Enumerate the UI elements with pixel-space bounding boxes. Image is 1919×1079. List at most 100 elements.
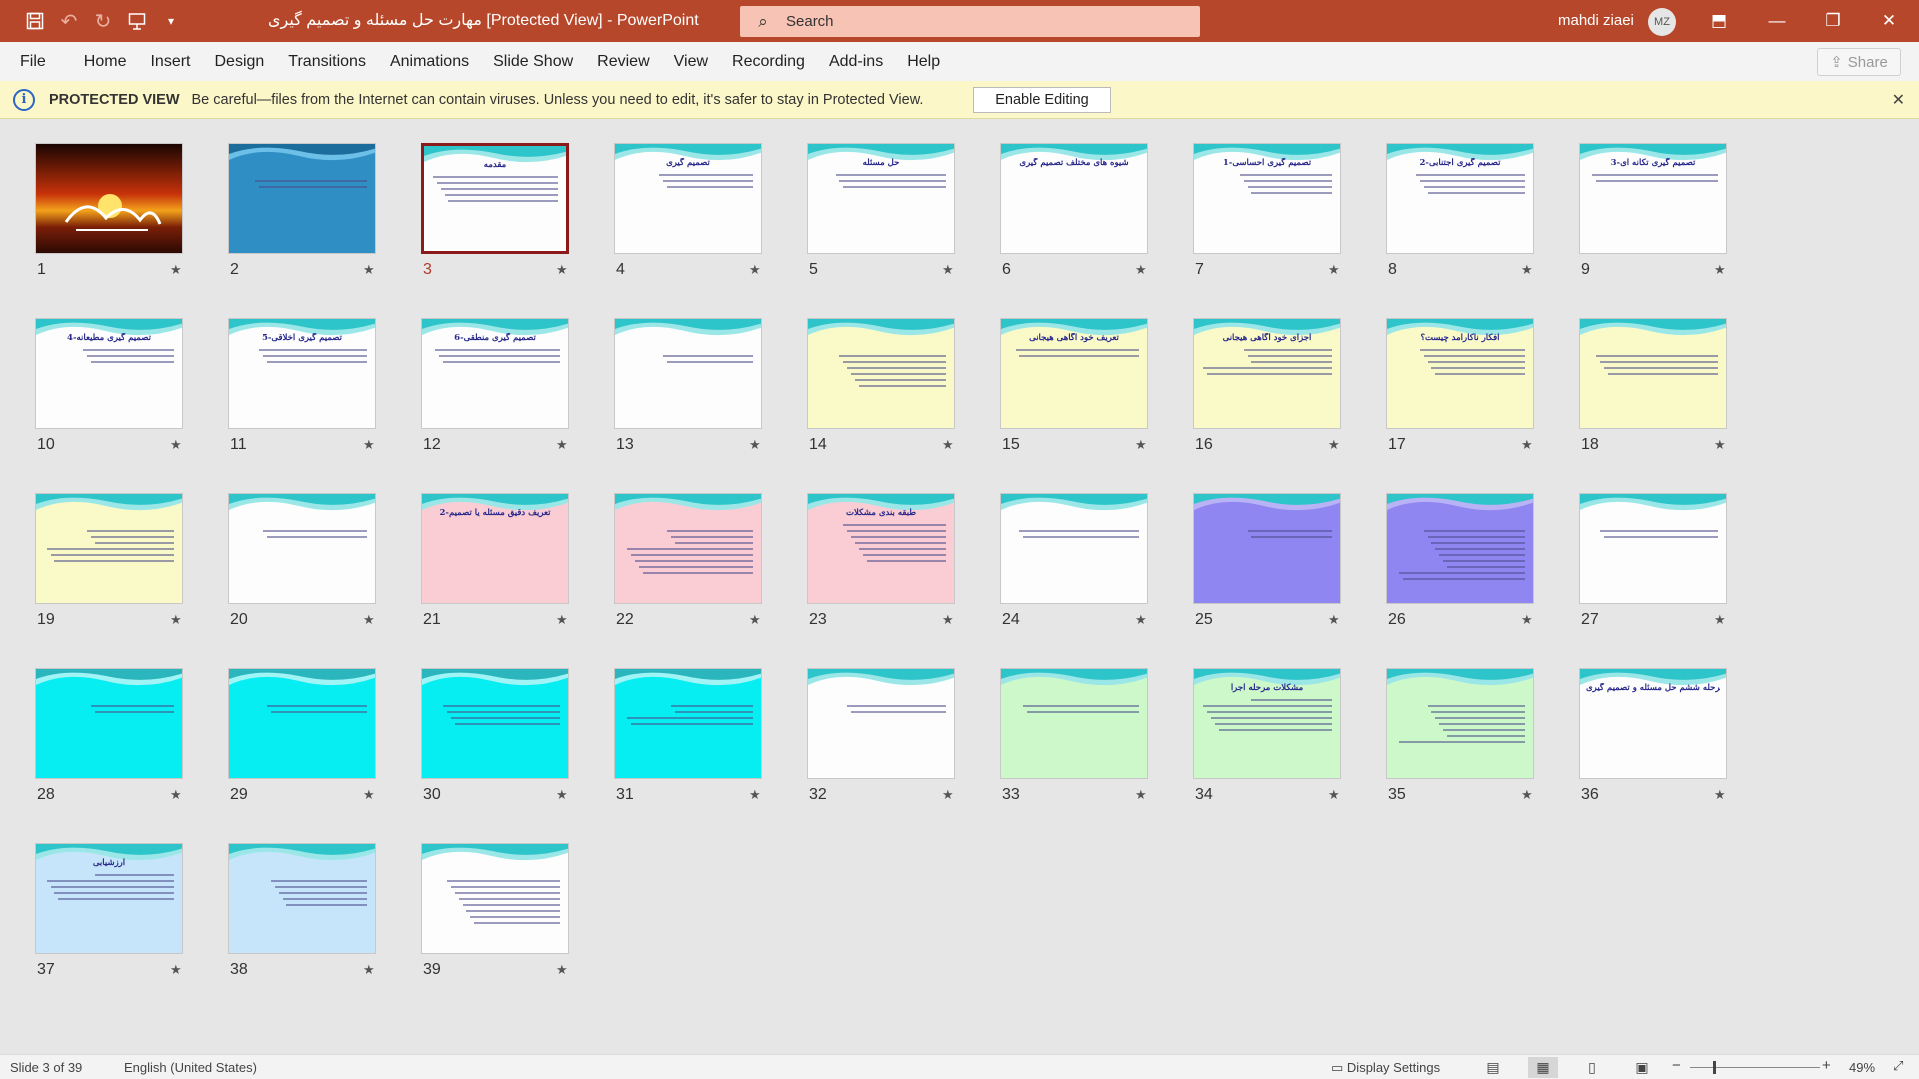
animation-star-icon[interactable]: ★ [363,612,375,628]
close-icon[interactable]: ✕ [1866,0,1912,42]
fit-to-window-icon[interactable]: ⤢ [1893,1058,1903,1074]
zoom-in-icon[interactable]: + [1822,1057,1831,1074]
tab-add-ins[interactable]: Add-ins [817,42,895,81]
tab-file[interactable]: File [0,42,72,81]
animation-star-icon[interactable]: ★ [749,787,761,803]
animation-star-icon[interactable]: ★ [1328,262,1340,278]
tab-transitions[interactable]: Transitions [276,42,378,81]
slide-thumbnail[interactable]: 29 ★ [228,668,376,803]
share-button[interactable]: ⇪ Share [1817,48,1901,76]
slide-thumbnail[interactable]: شیوه های مختلف تصمیم گیری 6 ★ [1000,143,1148,278]
avatar[interactable]: MZ [1648,8,1676,36]
slide-thumbnail[interactable]: مرحله ششم حل مسئله و تصمیم گیری 36 ★ [1579,668,1727,803]
slide-thumbnail[interactable]: 18 ★ [1579,318,1727,453]
slide-thumbnail[interactable]: حل مسئله 5 ★ [807,143,955,278]
present-icon[interactable] [120,0,154,42]
animation-star-icon[interactable]: ★ [942,787,954,803]
animation-star-icon[interactable]: ★ [556,962,568,978]
slide-thumbnail[interactable]: 2 ★ [228,143,376,278]
slide-thumbnail[interactable]: 26 ★ [1386,493,1534,628]
tab-view[interactable]: View [662,42,720,81]
slide-thumbnail[interactable]: مقدمه 3 ★ [421,143,569,278]
ribbon-display-icon[interactable]: ⬒ [1696,0,1742,42]
animation-star-icon[interactable]: ★ [1714,437,1726,453]
zoom-out-icon[interactable]: − [1672,1057,1681,1074]
slide-thumbnail[interactable]: طبقه بندی مشکلات 23 ★ [807,493,955,628]
zoom-slider-thumb[interactable] [1713,1061,1716,1074]
slide-thumbnail[interactable]: 1 ★ [35,143,183,278]
display-settings-button[interactable]: ▭ Display Settings [1331,1060,1440,1076]
restore-icon[interactable]: ❐ [1810,0,1856,42]
slide-thumbnail[interactable]: 5-تصمیم گیری اخلاقی 11 ★ [228,318,376,453]
slide-thumbnail[interactable]: 3-تصمیم گیری تکانه ای 9 ★ [1579,143,1727,278]
slide-thumbnail[interactable]: 22 ★ [614,493,762,628]
save-icon[interactable] [18,0,52,42]
slide-thumbnail[interactable]: 2-تعریف دقیق مسئله یا تصمیم 21 ★ [421,493,569,628]
animation-star-icon[interactable]: ★ [170,612,182,628]
animation-star-icon[interactable]: ★ [170,787,182,803]
zoom-level[interactable]: 49% [1849,1060,1875,1075]
slide-thumbnail[interactable]: تصمیم گیری 4 ★ [614,143,762,278]
animation-star-icon[interactable]: ★ [942,612,954,628]
animation-star-icon[interactable]: ★ [363,262,375,278]
animation-star-icon[interactable]: ★ [942,437,954,453]
animation-star-icon[interactable]: ★ [1521,612,1533,628]
animation-star-icon[interactable]: ★ [1328,787,1340,803]
animation-star-icon[interactable]: ★ [1521,262,1533,278]
animation-star-icon[interactable]: ★ [1328,612,1340,628]
close-icon[interactable]: ✕ [1892,90,1905,110]
animation-star-icon[interactable]: ★ [363,437,375,453]
animation-star-icon[interactable]: ★ [1328,437,1340,453]
tab-home[interactable]: Home [72,42,139,81]
animation-star-icon[interactable]: ★ [1714,787,1726,803]
animation-star-icon[interactable]: ★ [556,262,568,278]
tab-review[interactable]: Review [585,42,661,81]
animation-star-icon[interactable]: ★ [749,437,761,453]
animation-star-icon[interactable]: ★ [363,962,375,978]
animation-star-icon[interactable]: ★ [556,612,568,628]
tab-recording[interactable]: Recording [720,42,817,81]
animation-star-icon[interactable]: ★ [170,262,182,278]
animation-star-icon[interactable]: ★ [1521,787,1533,803]
animation-star-icon[interactable]: ★ [1521,437,1533,453]
slide-thumbnail[interactable]: 31 ★ [614,668,762,803]
tab-insert[interactable]: Insert [138,42,202,81]
slide-thumbnail[interactable]: 6-تصمیم گیری منطقی 12 ★ [421,318,569,453]
animation-star-icon[interactable]: ★ [363,787,375,803]
slide-thumbnail[interactable]: 20 ★ [228,493,376,628]
customize-toolbar-icon[interactable]: ▾ [154,0,188,42]
slide-thumbnail[interactable]: 2-تصمیم گیری اجتنابی 8 ★ [1386,143,1534,278]
slide-thumbnail[interactable]: 19 ★ [35,493,183,628]
minimize-icon[interactable]: — [1754,0,1800,42]
slide-show-view-icon[interactable]: ▣ [1627,1057,1657,1078]
slide-thumbnail[interactable]: 33 ★ [1000,668,1148,803]
animation-star-icon[interactable]: ★ [170,437,182,453]
redo-icon[interactable]: ↻ [86,0,120,42]
slide-thumbnail[interactable]: اجزای خود آگاهی هیجانی 16 ★ [1193,318,1341,453]
animation-star-icon[interactable]: ★ [1135,437,1147,453]
zoom-slider[interactable] [1690,1067,1820,1068]
animation-star-icon[interactable]: ★ [556,787,568,803]
animation-star-icon[interactable]: ★ [170,962,182,978]
animation-star-icon[interactable]: ★ [556,437,568,453]
slide-thumbnail[interactable]: 35 ★ [1386,668,1534,803]
slide-thumbnail[interactable]: 1-تصمیم گیری احساسی 7 ★ [1193,143,1341,278]
tab-slide-show[interactable]: Slide Show [481,42,585,81]
normal-view-icon[interactable]: ▤ [1478,1057,1508,1078]
slide-thumbnail[interactable]: افکار ناکارآمد چیست؟ 17 ★ [1386,318,1534,453]
reading-view-icon[interactable]: ▯ [1577,1057,1607,1078]
slide-thumbnail[interactable]: 24 ★ [1000,493,1148,628]
enable-editing-button[interactable]: Enable Editing [973,87,1111,113]
animation-star-icon[interactable]: ★ [749,262,761,278]
animation-star-icon[interactable]: ★ [942,262,954,278]
animation-star-icon[interactable]: ★ [749,612,761,628]
slide-thumbnail[interactable]: مشکلات مرحله اجرا 34 ★ [1193,668,1341,803]
slide-thumbnail[interactable]: 39 ★ [421,843,569,978]
animation-star-icon[interactable]: ★ [1135,612,1147,628]
language-indicator[interactable]: English (United States) [124,1060,257,1075]
tab-help[interactable]: Help [895,42,952,81]
slide-thumbnail[interactable]: 4-تصمیم گیری مطیعانه 10 ★ [35,318,183,453]
slide-thumbnail[interactable]: 32 ★ [807,668,955,803]
undo-icon[interactable]: ↶ [52,0,86,42]
slide-thumbnail[interactable]: 14 ★ [807,318,955,453]
